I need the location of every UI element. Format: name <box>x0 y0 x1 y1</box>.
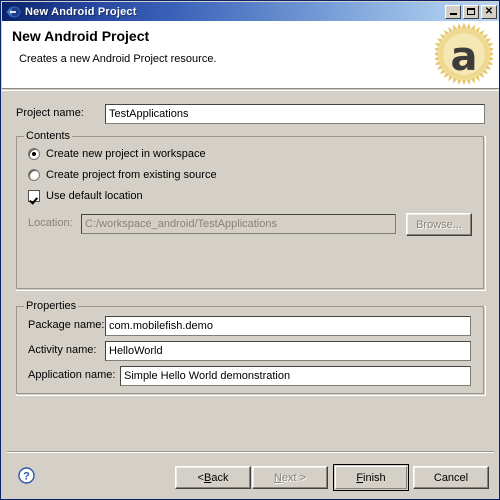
radio-label: Create project from existing source <box>46 169 217 181</box>
back-button[interactable]: < Back <box>175 466 251 489</box>
activity-name-input[interactable]: HelloWorld <box>105 341 471 361</box>
page-subtitle: Creates a new Android Project resource. <box>19 53 217 65</box>
project-name-label: Project name: <box>16 107 84 119</box>
wizard-header: New Android Project Creates a new Androi… <box>2 21 499 89</box>
contents-group: Contents Create new project in workspace… <box>16 130 486 291</box>
window-controls: ✕ <box>445 4 499 19</box>
next-button[interactable]: Next > <box>252 466 328 489</box>
badge-letter: a <box>451 34 478 80</box>
cancel-button[interactable]: Cancel <box>413 466 489 489</box>
maximize-icon <box>467 8 475 15</box>
window-title: New Android Project <box>25 5 137 18</box>
wizard-body: Project name: TestApplications Contents … <box>2 90 499 452</box>
checkbox-use-default-location[interactable]: Use default location <box>28 190 143 202</box>
project-name-input[interactable]: TestApplications <box>105 104 485 124</box>
project-name-row: Project name: <box>16 107 102 119</box>
maximize-button[interactable] <box>463 4 479 19</box>
activity-name-label: Activity name: <box>28 344 97 356</box>
radio-indicator[interactable] <box>28 148 40 160</box>
next-button-post: ext > <box>281 471 307 484</box>
radio-create-new-project[interactable]: Create new project in workspace <box>28 148 206 160</box>
contents-group-legend: Contents <box>24 130 73 142</box>
browse-button[interactable]: Browse... <box>406 213 472 236</box>
properties-group-legend: Properties <box>24 300 79 312</box>
location-row: Location: <box>28 217 73 229</box>
activity-name-row: Activity name: <box>28 344 96 356</box>
radio-create-from-existing-source[interactable]: Create project from existing source <box>28 169 217 181</box>
location-input[interactable]: C:/workspace_android/TestApplications <box>81 214 396 234</box>
cancel-button-label: Cancel <box>433 471 469 484</box>
package-name-input[interactable]: com.mobilefish.demo <box>105 316 471 336</box>
package-name-label: Package name: <box>28 319 105 331</box>
window-titlebar[interactable]: New Android Project ✕ <box>2 2 499 21</box>
dialog-footer: ? < Back Next > Finish Cancel <box>2 453 499 499</box>
help-question-icon[interactable]: ? <box>18 467 35 484</box>
close-button[interactable]: ✕ <box>481 4 497 19</box>
application-name-label: Application name: <box>28 369 116 381</box>
svg-text:?: ? <box>23 471 30 483</box>
finish-button[interactable]: Finish <box>333 464 409 491</box>
back-button-mnemonic: B <box>203 471 212 484</box>
checkbox-label: Use default location <box>46 190 143 202</box>
close-icon: ✕ <box>484 5 494 17</box>
package-name-row: Package name: <box>28 319 104 331</box>
new-android-project-dialog: New Android Project ✕ New Android Projec… <box>0 0 500 500</box>
finish-button-post: inish <box>363 471 386 484</box>
application-name-row: Application name: <box>28 369 115 381</box>
finish-button-mnemonic: F <box>356 471 364 484</box>
checkbox-indicator[interactable] <box>28 190 40 202</box>
properties-group: Properties Package name: com.mobilefish.… <box>16 300 486 396</box>
page-title: New Android Project <box>12 28 150 44</box>
minimize-icon <box>449 12 457 15</box>
radio-label: Create new project in workspace <box>46 148 206 160</box>
application-name-input[interactable]: Simple Hello World demonstration <box>120 366 471 386</box>
eclipse-wizard-icon <box>5 4 21 20</box>
android-gold-badge-icon: a <box>432 22 496 86</box>
radio-indicator[interactable] <box>28 169 40 181</box>
back-button-post: ack <box>211 471 229 484</box>
location-label: Location: <box>28 217 73 229</box>
minimize-button[interactable] <box>445 4 461 19</box>
next-button-mnemonic: N <box>273 471 282 484</box>
